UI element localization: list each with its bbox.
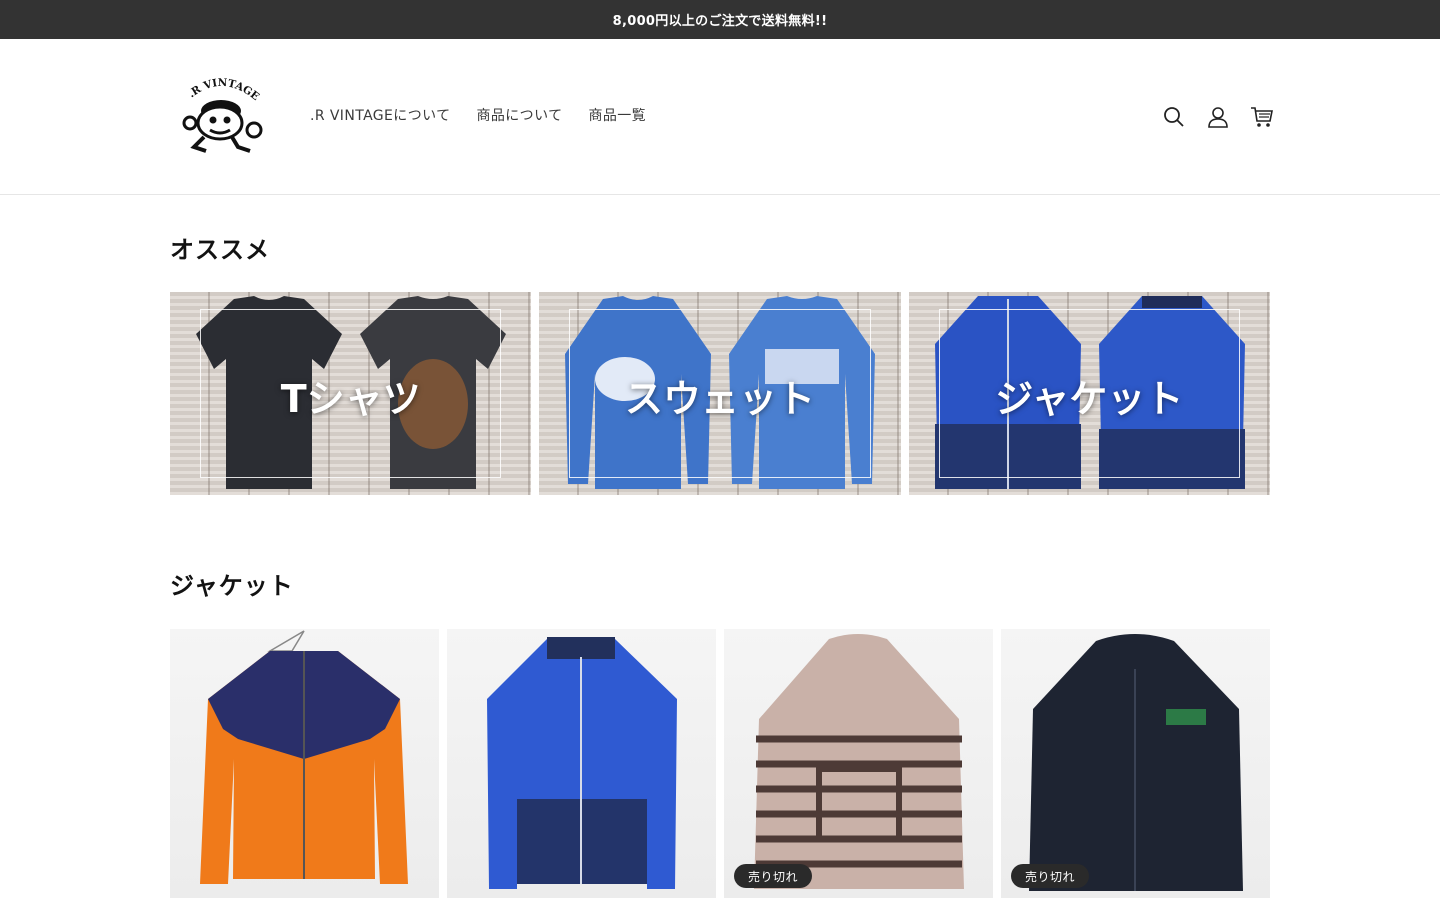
nav-all-products[interactable]: 商品一覧 xyxy=(588,105,646,125)
collection-label: Tシャツ xyxy=(280,377,421,421)
header-icons xyxy=(1160,103,1276,131)
product-grid: 売り切れ 売り切れ xyxy=(170,629,1270,900)
collection-label: ジャケット xyxy=(995,377,1184,421)
product-image xyxy=(754,634,964,889)
sold-out-badge: 売り切れ xyxy=(734,864,813,888)
nav-about[interactable]: .R VINTAGEについて xyxy=(310,105,450,125)
product-image xyxy=(200,630,408,884)
main-nav: .R VINTAGEについて 商品について 商品一覧 xyxy=(310,105,646,125)
jacket-section-title: ジャケット xyxy=(170,572,294,600)
svg-text:.R VINTAGE: .R VINTAGE xyxy=(186,77,261,103)
sold-out-badge: 売り切れ xyxy=(1011,864,1090,888)
announcement-text: 8,000円以上のご注文で送料無料!! xyxy=(612,14,828,29)
cart-icon[interactable] xyxy=(1248,103,1276,131)
featured-title: オススメ xyxy=(170,236,270,264)
collection-tshirt[interactable]: Tシャツ xyxy=(170,292,532,495)
product-card[interactable] xyxy=(447,629,716,898)
collection-sweat[interactable]: スウェット xyxy=(539,292,901,495)
site-header: .R VINTAGE .R VINTAGEについて 商品について 商品一覧 xyxy=(0,39,1440,195)
announcement-bar: 8,000円以上のご注文で送料無料!! xyxy=(0,0,1440,39)
search-icon[interactable] xyxy=(1160,103,1188,131)
product-image xyxy=(487,637,677,889)
product-card[interactable]: 売り切れ xyxy=(724,629,993,898)
account-icon[interactable] xyxy=(1204,103,1232,131)
collection-jacket[interactable]: ジャケット xyxy=(908,292,1270,495)
collection-label: スウェット xyxy=(624,377,815,421)
nav-products-info[interactable]: 商品について xyxy=(476,105,562,125)
product-card[interactable]: 売り切れ xyxy=(1001,629,1270,898)
product-image xyxy=(1029,634,1243,891)
featured-collections: Tシャツ スウェット ジャケット xyxy=(170,292,1270,495)
store-logo[interactable]: .R VINTAGE xyxy=(176,73,266,155)
product-card[interactable] xyxy=(170,629,439,898)
